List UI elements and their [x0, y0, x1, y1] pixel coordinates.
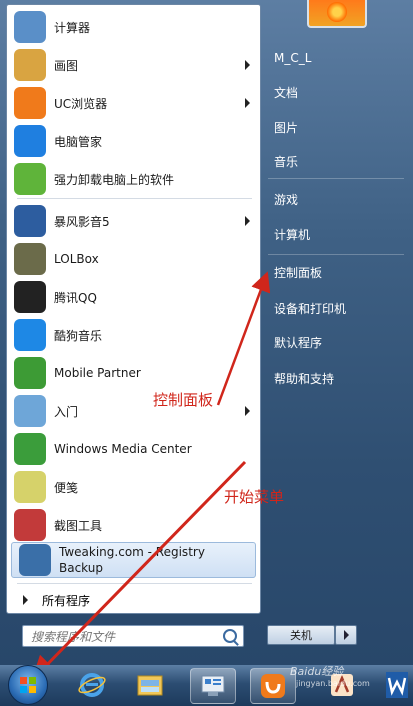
control-panel-annotation: 控制面板 — [153, 391, 214, 409]
start-button-arrow — [31, 460, 247, 681]
internet-explorer-icon — [78, 673, 106, 697]
word-document-icon — [386, 672, 408, 698]
taskbar-word[interactable] — [382, 668, 412, 702]
windows-logo-icon — [20, 677, 36, 693]
start-button[interactable] — [8, 665, 48, 705]
control-panel-arrow — [216, 271, 271, 406]
taskbar-control-panel[interactable] — [190, 668, 236, 704]
folder-icon — [137, 675, 163, 696]
watermark: Baidu经验 jingyan.baidu.com — [290, 663, 370, 688]
annotation-arrows — [31, 271, 271, 681]
control-panel-icon — [201, 675, 225, 696]
taskbar-file-explorer[interactable] — [128, 668, 172, 702]
uc-browser-icon — [261, 674, 285, 698]
watermark-title: Baidu经验 — [290, 665, 344, 678]
watermark-url: jingyan.baidu.com — [296, 679, 370, 688]
taskbar-internet-explorer[interactable] — [70, 668, 114, 702]
start-menu-annotation: 开始菜单 — [224, 488, 285, 506]
